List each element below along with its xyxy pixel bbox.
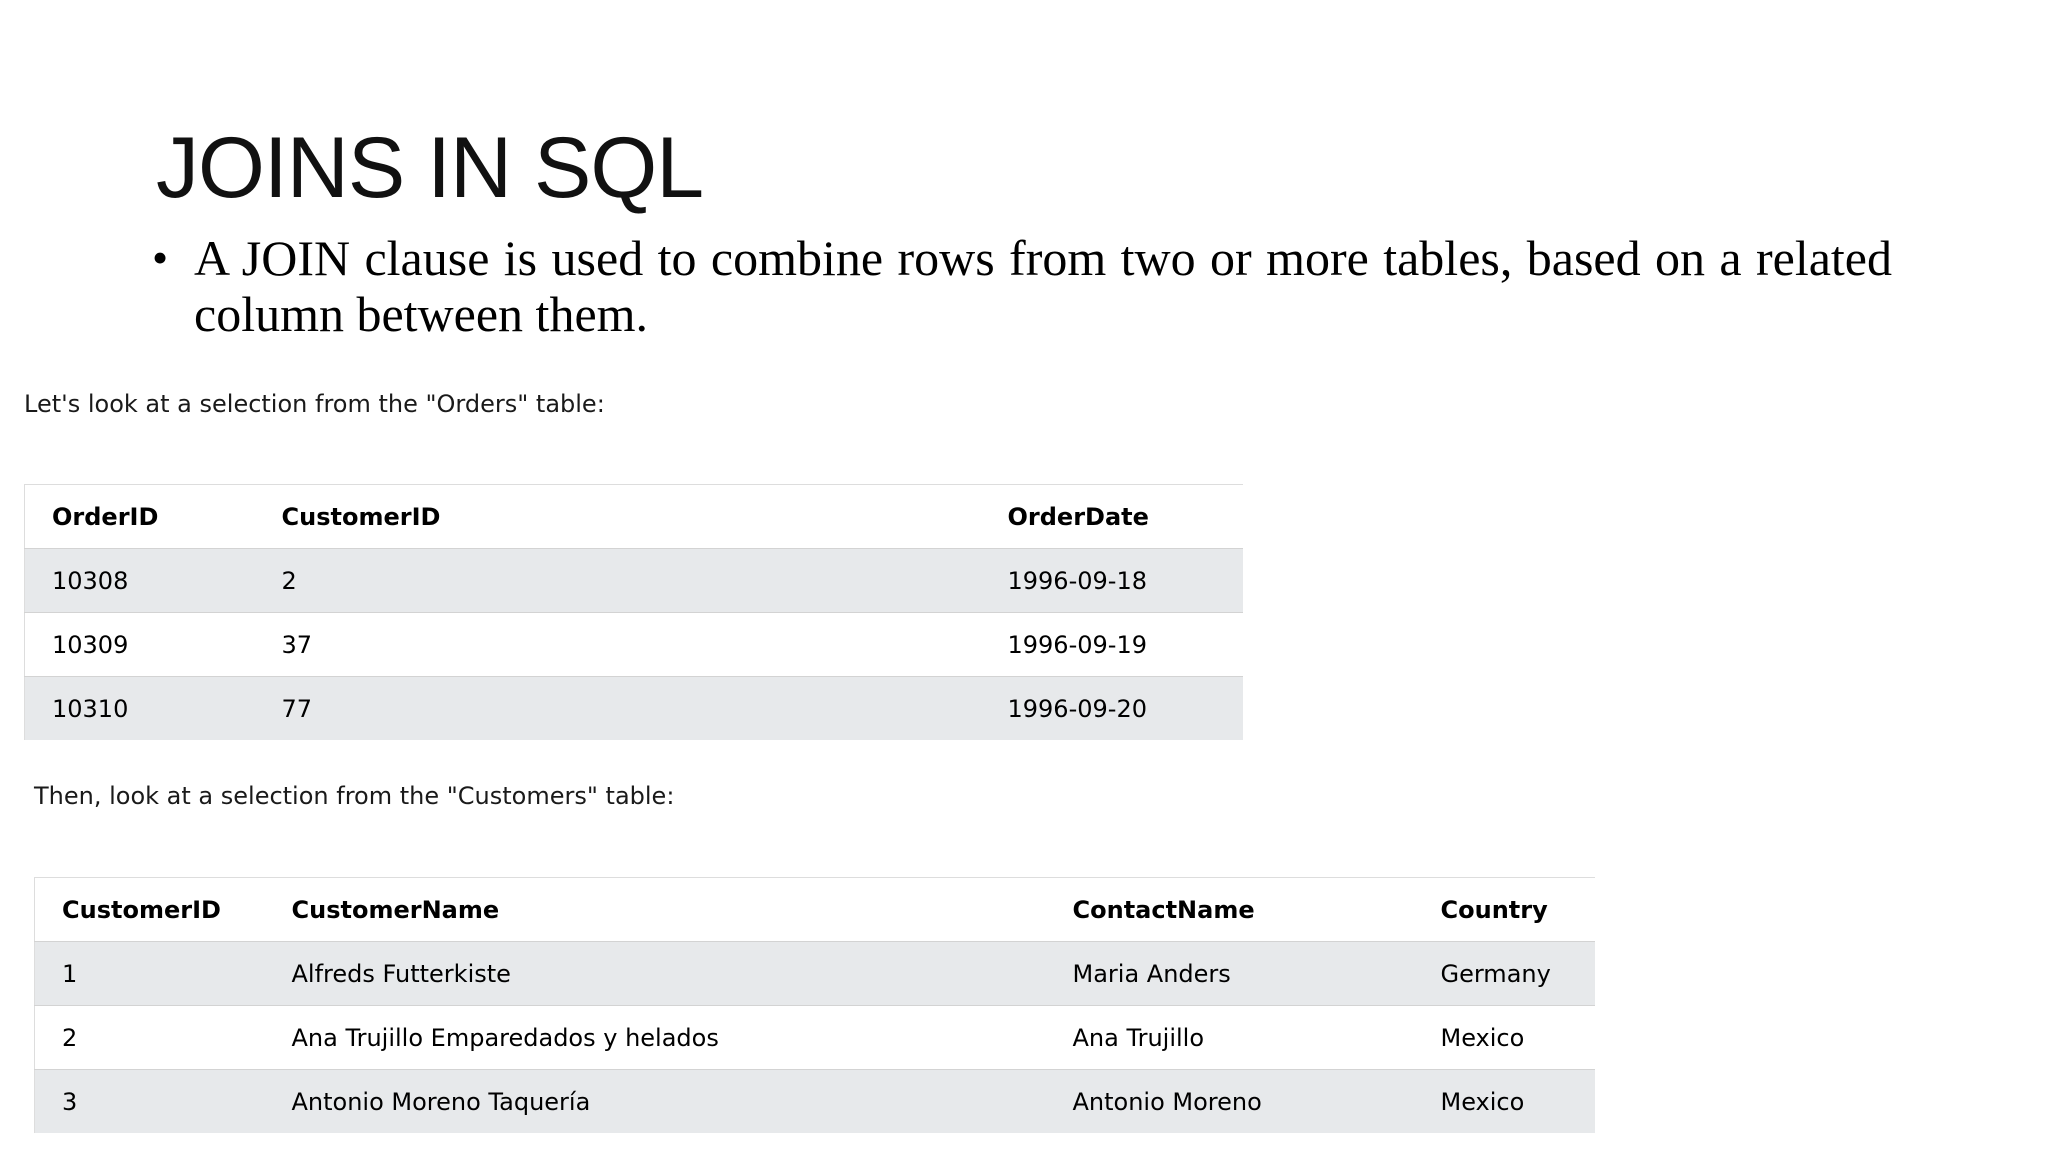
column-header-country: Country [1413, 877, 1595, 942]
orders-table: OrderID CustomerID OrderDate 10308 2 199… [24, 484, 1243, 740]
table-cell: 3 [34, 1069, 265, 1133]
table-row: 10309 37 1996-09-19 [24, 612, 1243, 677]
table-cell: Mexico [1413, 1069, 1595, 1133]
table-cell: Ana Trujillo [1045, 1005, 1414, 1070]
column-header-customerid: CustomerID [254, 484, 981, 549]
table-cell: Germany [1413, 941, 1595, 1006]
table-cell: 1996-09-19 [980, 612, 1243, 677]
table-cell: Mexico [1413, 1005, 1595, 1070]
table-cell: 10309 [24, 612, 255, 677]
customers-table: CustomerID CustomerName ContactName Coun… [34, 877, 1595, 1133]
table-cell: 1996-09-20 [980, 676, 1243, 740]
table-row: 2 Ana Trujillo Emparedados y helados Ana… [34, 1005, 1595, 1070]
table-header-row: CustomerID CustomerName ContactName Coun… [34, 877, 1595, 942]
slide: JOINS IN SQL • A JOIN clause is used to … [0, 0, 2048, 1152]
column-header-orderid: OrderID [24, 484, 255, 549]
table-cell: 2 [254, 548, 981, 613]
table-cell: 37 [254, 612, 981, 677]
table-cell: 77 [254, 676, 981, 740]
table-row: 10310 77 1996-09-20 [24, 676, 1243, 740]
table-row: 10308 2 1996-09-18 [24, 548, 1243, 613]
table-cell: Maria Anders [1045, 941, 1414, 1006]
table-cell: 1 [34, 941, 265, 1006]
table-cell: 2 [34, 1005, 265, 1070]
table-cell: 10308 [24, 548, 255, 613]
table-cell: 10310 [24, 676, 255, 740]
customers-caption: Then, look at a selection from the "Cust… [34, 782, 675, 810]
column-header-customername: CustomerName [264, 877, 1046, 942]
column-header-orderdate: OrderDate [980, 484, 1243, 549]
orders-caption: Let's look at a selection from the "Orde… [24, 390, 605, 418]
table-cell: 1996-09-18 [980, 548, 1243, 613]
table-header-row: OrderID CustomerID OrderDate [24, 484, 1243, 549]
slide-title: JOINS IN SQL [156, 120, 704, 216]
column-header-customerid: CustomerID [34, 877, 265, 942]
table-row: 1 Alfreds Futterkiste Maria Anders Germa… [34, 941, 1595, 1006]
table-cell: Ana Trujillo Emparedados y helados [264, 1005, 1046, 1070]
bullet-text: A JOIN clause is used to combine rows fr… [194, 230, 1892, 342]
column-header-contactname: ContactName [1045, 877, 1414, 942]
table-row: 3 Antonio Moreno Taquería Antonio Moreno… [34, 1069, 1595, 1133]
bullet-icon: • [152, 232, 169, 283]
table-cell: Antonio Moreno Taquería [264, 1069, 1046, 1133]
table-cell: Alfreds Futterkiste [264, 941, 1046, 1006]
table-cell: Antonio Moreno [1045, 1069, 1414, 1133]
bullet-point: • A JOIN clause is used to combine rows … [152, 230, 1892, 342]
